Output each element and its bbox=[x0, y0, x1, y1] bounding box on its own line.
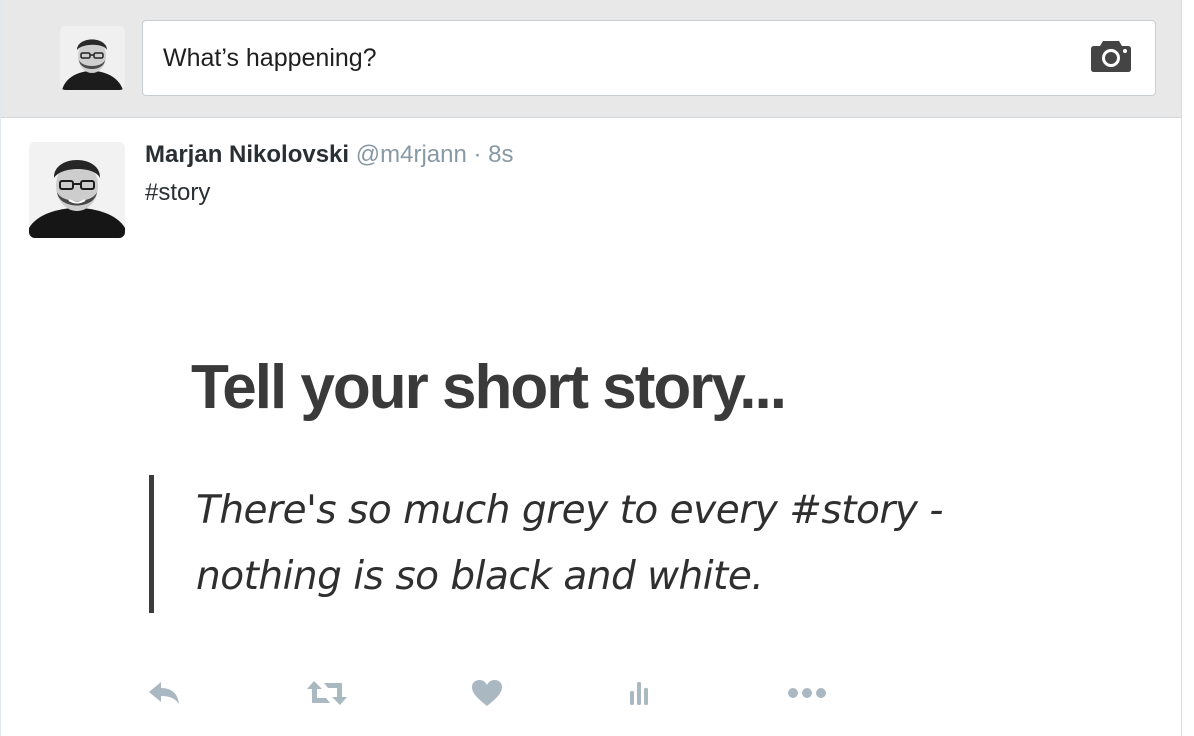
more-icon bbox=[788, 688, 826, 698]
analytics-icon bbox=[630, 682, 648, 705]
user-avatar-icon bbox=[60, 26, 125, 90]
heart-icon bbox=[472, 680, 502, 706]
camera-icon[interactable] bbox=[1090, 39, 1132, 73]
compose-input[interactable] bbox=[142, 20, 1156, 96]
author-name[interactable]: Marjan Nikolovski bbox=[145, 141, 349, 168]
more-button[interactable] bbox=[783, 670, 831, 716]
tweet-actions bbox=[1, 670, 1181, 716]
meta-separator: · bbox=[473, 141, 482, 168]
tweet-header: Marjan Nikolovski @m4rjann · 8s bbox=[145, 139, 514, 171]
card-quote: There's so much grey to every #story - n… bbox=[196, 488, 943, 599]
timeline-frame: Marjan Nikolovski @m4rjann · 8s #story T… bbox=[0, 0, 1182, 736]
tweet-composer bbox=[1, 0, 1181, 118]
quote-bar bbox=[149, 475, 154, 613]
tweet-text[interactable]: #story bbox=[145, 177, 210, 209]
card-title: Tell your short story... bbox=[191, 353, 787, 422]
like-button[interactable] bbox=[467, 670, 507, 716]
retweet-button[interactable] bbox=[305, 670, 349, 716]
analytics-button[interactable] bbox=[621, 670, 657, 716]
retweet-icon bbox=[307, 681, 347, 705]
reply-button[interactable] bbox=[143, 670, 185, 716]
tweet-author-avatar[interactable] bbox=[29, 142, 125, 238]
author-handle[interactable]: @m4rjann bbox=[356, 141, 467, 168]
reply-icon bbox=[149, 682, 179, 704]
composer-avatar[interactable] bbox=[60, 26, 125, 90]
user-avatar-icon bbox=[29, 142, 125, 238]
tweet-timestamp[interactable]: 8s bbox=[488, 141, 513, 168]
